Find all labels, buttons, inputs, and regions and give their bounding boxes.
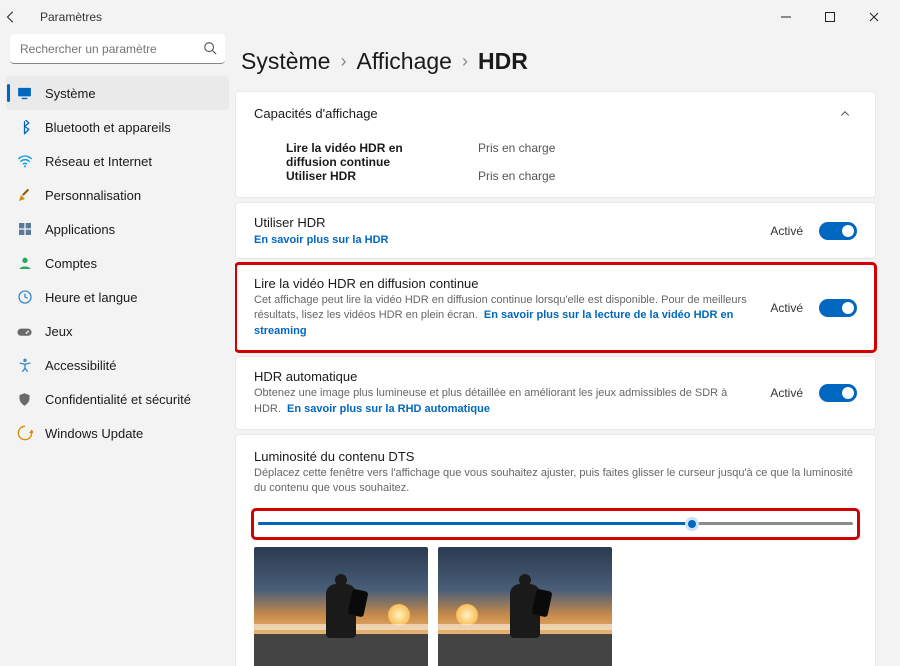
capability-label: Lire la vidéo HDR en diffusion continue	[286, 141, 456, 169]
time-icon	[16, 289, 33, 306]
sidebar-item-privacy[interactable]: Confidentialité et sécurité	[6, 382, 229, 416]
sidebar-item-personalization[interactable]: Personnalisation	[6, 178, 229, 212]
capability-row: Utiliser HDR Pris en charge	[286, 169, 853, 183]
use-hdr-status: Activé	[770, 224, 803, 238]
bluetooth-icon	[16, 119, 33, 136]
use-hdr-toggle[interactable]	[819, 222, 857, 240]
chevron-up-icon	[839, 108, 857, 120]
search-box[interactable]	[10, 34, 225, 64]
preview-hdr: Contenu HDR (à titre de comparaison)	[438, 547, 612, 666]
preview-dts: Contenu DTS	[254, 547, 428, 666]
stream-hdr-row: Lire la vidéo HDR en diffusion continue …	[235, 263, 876, 352]
display-capabilities-header[interactable]: Capacités d'affichage	[236, 92, 875, 135]
sidebar-item-label: Bluetooth et appareils	[45, 120, 171, 135]
sidebar-item-label: Accessibilité	[45, 358, 117, 373]
titlebar: Paramètres	[0, 0, 900, 34]
search-input[interactable]	[10, 34, 225, 64]
sidebar-item-system[interactable]: Système	[6, 76, 229, 110]
stream-hdr-status: Activé	[770, 301, 803, 315]
preview-hdr-image	[438, 547, 612, 666]
sidebar-item-label: Jeux	[45, 324, 72, 339]
capability-label: Utiliser HDR	[286, 169, 456, 183]
network-icon	[16, 153, 33, 170]
sidebar-item-label: Windows Update	[45, 426, 143, 441]
sidebar-item-network[interactable]: Réseau et Internet	[6, 144, 229, 178]
display-capabilities-title: Capacités d'affichage	[254, 106, 378, 121]
gaming-icon	[16, 323, 33, 340]
dts-brightness-slider[interactable]	[258, 517, 853, 531]
use-hdr-title: Utiliser HDR	[254, 215, 754, 230]
capability-value: Pris en charge	[478, 169, 555, 183]
auto-hdr-title: HDR automatique	[254, 369, 754, 384]
privacy-icon	[16, 391, 33, 408]
system-icon	[16, 85, 33, 102]
update-icon	[16, 425, 33, 442]
sidebar-item-accessibility[interactable]: Accessibilité	[6, 348, 229, 382]
preview-dts-image	[254, 547, 428, 666]
sidebar-item-time[interactable]: Heure et langue	[6, 280, 229, 314]
sidebar-item-update[interactable]: Windows Update	[6, 416, 229, 450]
stream-hdr-title: Lire la vidéo HDR en diffusion continue	[254, 276, 754, 291]
auto-hdr-status: Activé	[770, 386, 803, 400]
display-capabilities-card: Capacités d'affichage Lire la vidéo HDR …	[235, 91, 876, 198]
auto-hdr-desc: Obtenez une image plus lumineuse et plus…	[254, 386, 754, 417]
stream-hdr-desc: Cet affichage peut lire la vidéo HDR en …	[254, 293, 754, 339]
accounts-icon	[16, 255, 33, 272]
main-content: Système › Affichage › HDR Capacités d'affich…	[235, 34, 900, 666]
apps-icon	[16, 221, 33, 238]
sidebar-item-label: Comptes	[45, 256, 97, 271]
dts-brightness-card: Luminosité du contenu DTS Déplacez cette…	[235, 434, 876, 666]
maximize-button[interactable]	[808, 2, 852, 32]
auto-hdr-toggle[interactable]	[819, 384, 857, 402]
window-title: Paramètres	[40, 10, 102, 24]
breadcrumb-separator-icon: ›	[462, 51, 468, 72]
slider-thumb[interactable]	[685, 517, 699, 531]
dts-brightness-slider-wrap	[254, 511, 857, 537]
auto-hdr-link[interactable]: En savoir plus sur la RHD automatique	[287, 403, 490, 415]
use-hdr-link[interactable]: En savoir plus sur la HDR	[254, 234, 388, 246]
sidebar-item-accounts[interactable]: Comptes	[6, 246, 229, 280]
breadcrumb: Système › Affichage › HDR	[235, 48, 876, 75]
slider-fill	[258, 522, 692, 525]
sidebar-item-bluetooth[interactable]: Bluetooth et appareils	[6, 110, 229, 144]
sidebar: Système Bluetooth et appareils Réseau et I…	[0, 34, 235, 666]
breadcrumb-item[interactable]: Affichage	[356, 48, 451, 75]
personalization-icon	[16, 187, 33, 204]
breadcrumb-item: HDR	[478, 48, 528, 75]
sidebar-item-label: Réseau et Internet	[45, 154, 152, 169]
close-button[interactable]	[852, 2, 896, 32]
sidebar-item-label: Heure et langue	[45, 290, 138, 305]
back-button[interactable]	[4, 10, 34, 24]
search-icon	[203, 41, 217, 55]
capability-value: Pris en charge	[478, 141, 555, 169]
accessibility-icon	[16, 357, 33, 374]
auto-hdr-row: HDR automatique Obtenez une image plus l…	[235, 356, 876, 430]
capability-row: Lire la vidéo HDR en diffusion continue P…	[286, 141, 853, 169]
minimize-button[interactable]	[764, 2, 808, 32]
sidebar-item-label: Système	[45, 86, 96, 101]
use-hdr-row: Utiliser HDR En savoir plus sur la HDR A…	[235, 202, 876, 259]
sidebar-item-label: Confidentialité et sécurité	[45, 392, 191, 407]
sidebar-item-apps[interactable]: Applications	[6, 212, 229, 246]
sidebar-item-gaming[interactable]: Jeux	[6, 314, 229, 348]
dts-brightness-title: Luminosité du contenu DTS	[254, 449, 857, 464]
sidebar-item-label: Personnalisation	[45, 188, 141, 203]
breadcrumb-item[interactable]: Système	[241, 48, 330, 75]
sidebar-item-label: Applications	[45, 222, 115, 237]
stream-hdr-toggle[interactable]	[819, 299, 857, 317]
dts-brightness-desc: Déplacez cette fenêtre vers l'affichage …	[254, 466, 857, 497]
breadcrumb-separator-icon: ›	[340, 51, 346, 72]
